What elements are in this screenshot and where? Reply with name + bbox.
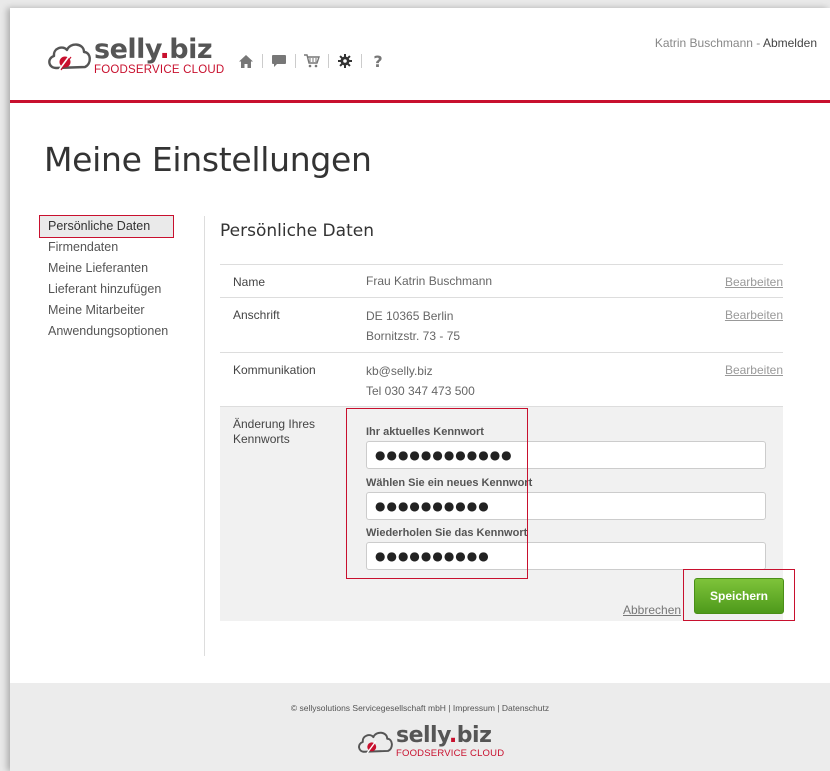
- row-value: Bornitzstr. 73 - 75: [366, 329, 461, 343]
- chat-icon[interactable]: [269, 52, 289, 70]
- logo-text: selly.biz FOODSERVICE CLOUD: [396, 725, 504, 759]
- logo-subtitle: FOODSERVICE CLOUD: [94, 64, 225, 76]
- section-title: Persönliche Daten: [220, 221, 374, 241]
- edit-address-link[interactable]: Bearbeiten: [725, 308, 783, 322]
- page-frame: selly.biz FOODSERVICE CLOUD ? Katrin Bus…: [10, 8, 830, 771]
- new-password-label: Wählen Sie ein neues Kennwort: [366, 477, 533, 489]
- cloud-logo-icon: [48, 43, 91, 71]
- cart-icon[interactable]: [302, 52, 322, 70]
- row-label: Name: [233, 275, 266, 289]
- current-password-input[interactable]: ●●●●●●●●●●●●: [366, 441, 766, 469]
- edit-communication-link[interactable]: Bearbeiten: [725, 363, 783, 377]
- row-value: kb@selly.biz: [366, 364, 433, 378]
- sidebar-item-firmendaten[interactable]: Firmendaten: [40, 237, 205, 258]
- sidebar-item-persoenliche-daten[interactable]: Persönliche Daten: [39, 215, 174, 238]
- nav-divider: [262, 54, 263, 68]
- footer-sep: |: [445, 703, 453, 713]
- page-title: Meine Einstellungen: [44, 140, 372, 179]
- footer-copyright: © sellysolutions Servicegesellschaft mbH: [290, 703, 446, 713]
- logo-subtitle: FOODSERVICE CLOUD: [396, 748, 505, 759]
- footer-sep: |: [494, 703, 502, 713]
- logo-wordmark: selly.biz: [94, 34, 213, 65]
- home-icon[interactable]: [236, 52, 256, 70]
- logo-text: selly.biz FOODSERVICE CLOUD: [94, 36, 224, 77]
- footer: © sellysolutions Servicegesellschaft mbH…: [10, 683, 830, 771]
- nav-divider: [361, 54, 362, 68]
- footer-impressum-link[interactable]: Impressum: [453, 703, 495, 713]
- help-icon[interactable]: ?: [368, 52, 388, 71]
- logout-link[interactable]: Abmelden: [763, 36, 817, 50]
- nav-divider: [295, 54, 296, 68]
- footer-datenschutz-link[interactable]: Datenschutz: [502, 703, 549, 713]
- sidebar-item-meine-mitarbeiter[interactable]: Meine Mitarbeiter: [40, 300, 205, 321]
- row-label: Anschrift: [233, 308, 280, 322]
- nav-divider: [328, 54, 329, 68]
- sidebar-item-meine-lieferanten[interactable]: Meine Lieferanten: [40, 258, 205, 279]
- settings-sidebar: Persönliche Daten Firmendaten Meine Lief…: [39, 215, 205, 342]
- cancel-link[interactable]: Abbrechen: [623, 603, 681, 617]
- header-accent-line: [10, 100, 830, 103]
- row-value: DE 10365 Berlin: [366, 309, 454, 323]
- gear-icon[interactable]: [335, 52, 355, 70]
- sidebar-item-lieferant-hinzufuegen[interactable]: Lieferant hinzufügen: [40, 279, 205, 300]
- current-password-label: Ihr aktuelles Kennwort: [366, 426, 484, 438]
- logo-wordmark: selly.biz: [396, 723, 492, 748]
- edit-name-link[interactable]: Bearbeiten: [725, 275, 783, 289]
- user-area: Katrin Buschmann - Abmelden: [655, 36, 817, 50]
- data-row-address: Anschrift DE 10365 Berlin Bornitzstr. 73…: [220, 297, 783, 352]
- user-name[interactable]: Katrin Buschmann: [655, 36, 753, 50]
- sidebar-item-anwendungsoptionen[interactable]: Anwendungsoptionen: [40, 321, 205, 342]
- data-row-name: Name Frau Katrin Buschmann Bearbeiten: [220, 264, 783, 297]
- row-value: Tel 030 347 473 500: [366, 384, 475, 398]
- user-separator: -: [752, 36, 763, 50]
- selly-logo[interactable]: selly.biz FOODSERVICE CLOUD: [46, 36, 224, 77]
- personal-data-list: Name Frau Katrin Buschmann Bearbeiten An…: [220, 264, 783, 409]
- header: selly.biz FOODSERVICE CLOUD ? Katrin Bus…: [10, 8, 830, 100]
- new-password-input[interactable]: ●●●●●●●●●●: [366, 492, 766, 520]
- repeat-password-input[interactable]: ●●●●●●●●●●: [366, 542, 766, 570]
- sidebar-divider: [204, 216, 205, 656]
- data-row-communication: Kommunikation kb@selly.biz Tel 030 347 4…: [220, 352, 783, 409]
- repeat-password-label: Wiederholen Sie das Kennwort: [366, 527, 528, 539]
- password-section-label: Änderung Ihres Kennworts: [233, 417, 316, 446]
- footer-logo[interactable]: selly.biz FOODSERVICE CLOUD: [356, 725, 504, 759]
- top-nav: ?: [236, 52, 388, 71]
- footer-links: © sellysolutions Servicegesellschaft mbH…: [10, 703, 830, 713]
- row-value: Frau Katrin Buschmann: [366, 274, 493, 288]
- row-label: Kommunikation: [233, 363, 316, 377]
- save-button[interactable]: Speichern: [694, 578, 784, 614]
- cloud-logo-icon: [358, 731, 393, 754]
